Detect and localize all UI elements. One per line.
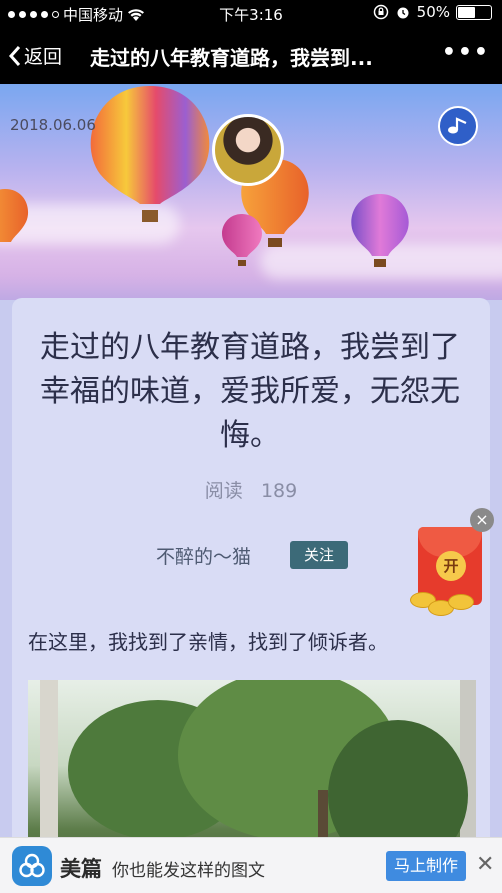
brand-name: 美篇 [60,857,102,881]
publish-date: 2018.06.06 [10,116,96,134]
coin-icon [448,594,474,610]
page-title: 走过的八年教育道路，我尝到... [90,46,373,70]
create-now-button[interactable]: 马上制作 [386,851,466,881]
battery-icon [456,4,492,20]
read-count: 阅读 189 [0,476,502,503]
lock-rotation-icon [373,4,388,20]
status-bar: 中国移动 下午3:16 50% [0,0,502,26]
alarm-icon [397,7,409,19]
back-chevron-icon [8,45,21,66]
follow-button[interactable]: 关注 [290,541,348,569]
meipian-logo-icon [12,846,52,886]
author-name[interactable]: 不醉的～猫 [156,542,251,569]
close-icon[interactable]: × [470,508,494,532]
article-title: 走过的八年教育道路，我尝到了幸福的味道，爱我所爱，无怨无悔。 [40,330,460,453]
more-icon[interactable]: ••• [442,40,490,65]
battery-fill [458,6,475,18]
read-label: 阅读 [204,480,243,502]
cover-banner: 2018.06.06 [0,84,502,324]
navigation-bar: 返回 走过的八年教育道路，我尝到... ••• [0,26,502,84]
battery-percent: 50% [416,3,450,21]
bottom-banner: 美篇 你也能发这样的图文 马上制作 ✕ [0,837,502,893]
author-avatar[interactable] [212,114,284,186]
back-label: 返回 [24,46,63,68]
article-paragraph: 在这里，我找到了亲情，找到了倾诉者。 [28,630,388,654]
close-banner-icon[interactable]: ✕ [476,852,494,877]
music-icon[interactable] [438,106,478,146]
status-right: 50% [373,3,492,21]
red-packet-open-label: 开 [436,551,466,581]
promo-text: 你也能发这样的图文 [112,861,265,881]
back-button[interactable]: 返回 [8,42,62,69]
read-number: 189 [260,480,298,502]
